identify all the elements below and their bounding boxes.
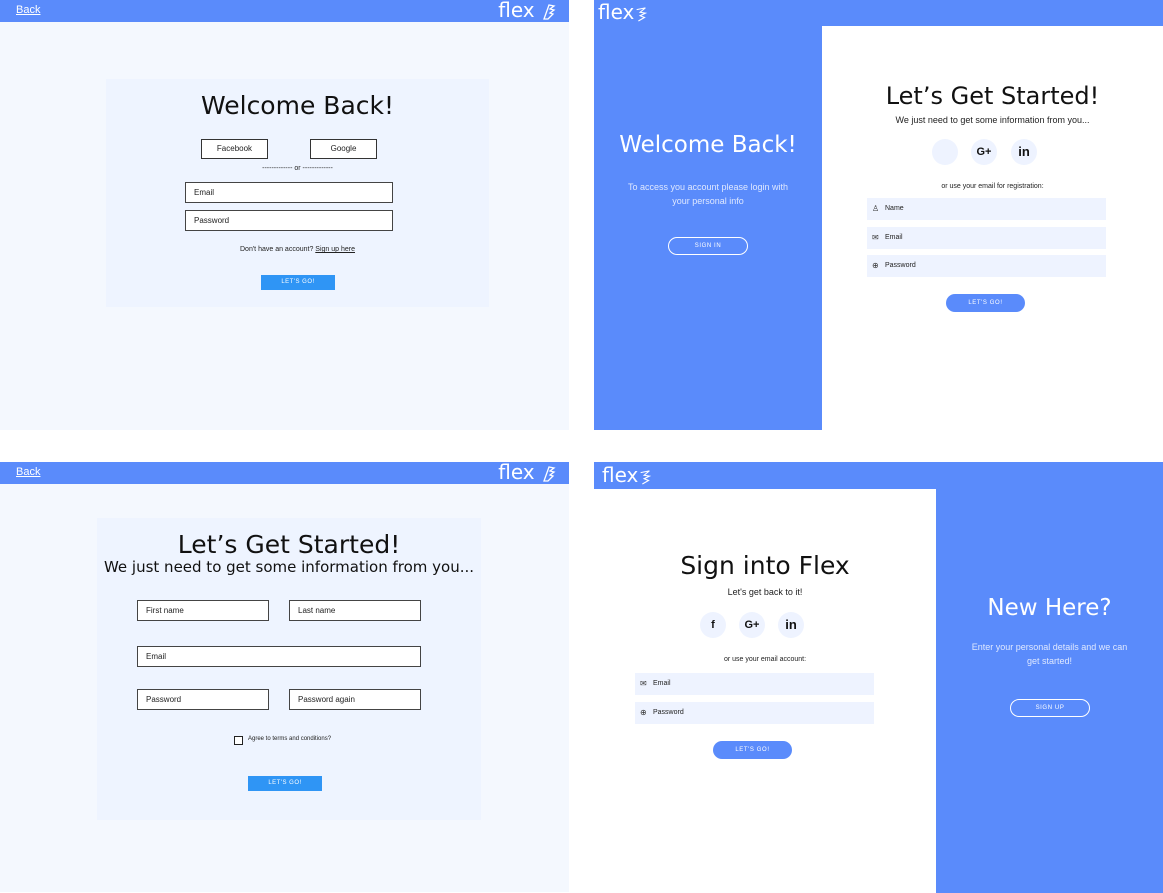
google-button[interactable]: G+: [739, 612, 765, 638]
panel-title: New Here?: [987, 595, 1112, 621]
wing-icon: [543, 465, 556, 482]
lets-go-button[interactable]: LET'S GO!: [248, 776, 322, 791]
google-icon: G+: [744, 619, 760, 631]
name-field[interactable]: ♙ Name: [867, 198, 1106, 220]
facebook-button[interactable]: [932, 139, 958, 165]
google-icon: G+: [976, 146, 992, 158]
lock-icon: ⊕: [640, 708, 647, 717]
sign-in-button[interactable]: SIGN IN: [668, 237, 748, 255]
brand-name: flex: [498, 462, 535, 484]
panel-text: To access you account please login with …: [627, 182, 789, 206]
envelope-icon: ✉: [640, 679, 647, 688]
page-title: Sign into Flex: [680, 551, 850, 580]
password-again-field[interactable]: Password again: [289, 689, 421, 710]
lets-go-button[interactable]: LET'S GO!: [946, 294, 1025, 312]
signup-wireframe: Back flex Let’s Get Started! We just nee…: [0, 462, 569, 892]
facebook-button[interactable]: Facebook: [201, 139, 268, 159]
brand-name: flex: [598, 0, 635, 24]
or-divider: ------------- or -------------: [262, 165, 333, 172]
last-name-field[interactable]: Last name: [289, 600, 421, 621]
or-text: or use your email for registration:: [941, 183, 1044, 190]
top-bar: Back flex: [0, 0, 569, 22]
subtitle: We just need to get some information fro…: [103, 558, 475, 576]
password-field[interactable]: Password: [185, 210, 393, 231]
name-placeholder: Name: [885, 205, 904, 212]
signup-prompt: Don't have an account? Sign up here: [106, 246, 489, 253]
back-link[interactable]: Back: [16, 4, 40, 16]
top-bar: flex: [594, 462, 1163, 489]
no-account-text: Don't have an account?: [240, 246, 314, 253]
page-title: Welcome Back!: [200, 91, 395, 120]
password-field[interactable]: Password: [137, 689, 269, 710]
panel-text: Enter your personal details and we can g…: [971, 642, 1128, 666]
top-bar: Back flex: [0, 462, 569, 484]
top-bar: flex: [594, 0, 1163, 26]
welcome-back-wireframe: Back flex Welcome Back! Facebook Google …: [0, 0, 569, 430]
linkedin-button[interactable]: in: [778, 612, 804, 638]
linkedin-icon: in: [785, 617, 797, 632]
panel-title: Welcome Back!: [619, 132, 797, 158]
password-placeholder: Password: [653, 709, 684, 716]
email-field[interactable]: ✉ Email: [635, 673, 874, 695]
back-link[interactable]: Back: [16, 466, 40, 478]
wing-icon: [636, 6, 648, 21]
welcome-panel: Welcome Back! To access you account plea…: [594, 26, 822, 430]
password-field[interactable]: ⊕ Password: [867, 255, 1106, 277]
password-placeholder: Password: [885, 262, 916, 269]
or-text: or use your email account:: [723, 656, 807, 663]
new-here-panel: New Here? Enter your personal details an…: [936, 489, 1163, 893]
subtitle: Let's get back to it!: [727, 587, 803, 597]
lets-go-button[interactable]: LET'S GO!: [261, 275, 335, 290]
email-placeholder: Email: [885, 234, 903, 241]
password-field[interactable]: ⊕ Password: [635, 702, 874, 724]
linkedin-icon: in: [1018, 144, 1030, 159]
email-placeholder: Email: [653, 680, 671, 687]
flex-logo[interactable]: flex: [598, 0, 648, 24]
signup-styled: flex Welcome Back! To access you account…: [594, 0, 1163, 430]
login-card: Welcome Back! Facebook Google ----------…: [106, 79, 489, 307]
google-button[interactable]: Google: [310, 139, 377, 159]
facebook-icon: f: [711, 619, 715, 631]
signin-styled: flex Sign into Flex Let's get back to it…: [594, 462, 1163, 893]
flex-logo[interactable]: flex: [498, 0, 557, 22]
email-field[interactable]: ✉ Email: [867, 227, 1106, 249]
linkedin-button[interactable]: in: [1011, 139, 1037, 165]
flex-logo[interactable]: flex: [498, 462, 557, 484]
facebook-button[interactable]: f: [700, 612, 726, 638]
envelope-icon: ✉: [872, 233, 879, 242]
signup-card: Let’s Get Started! We just need to get s…: [97, 518, 481, 820]
brand-name: flex: [498, 0, 535, 22]
page-title: Let’s Get Started!: [177, 530, 401, 559]
lets-go-button[interactable]: LET'S GO!: [713, 741, 792, 759]
user-icon: ♙: [872, 204, 880, 213]
page-title: Let’s Get Started!: [885, 82, 1100, 110]
flex-logo[interactable]: flex: [602, 463, 652, 487]
wing-icon: [543, 3, 556, 20]
email-field[interactable]: Email: [137, 646, 421, 667]
first-name-field[interactable]: First name: [137, 600, 269, 621]
google-button[interactable]: G+: [971, 139, 997, 165]
wing-icon: [640, 469, 652, 484]
email-field[interactable]: Email: [185, 182, 393, 203]
terms-label: Agree to terms and conditions?: [248, 736, 332, 742]
signup-link[interactable]: Sign up here: [315, 246, 355, 253]
terms-checkbox[interactable]: [234, 736, 243, 745]
subtitle: We just need to get some information fro…: [895, 115, 1090, 125]
sign-up-button[interactable]: SIGN UP: [1010, 699, 1090, 717]
lock-icon: ⊕: [872, 261, 879, 270]
brand-name: flex: [602, 463, 639, 487]
